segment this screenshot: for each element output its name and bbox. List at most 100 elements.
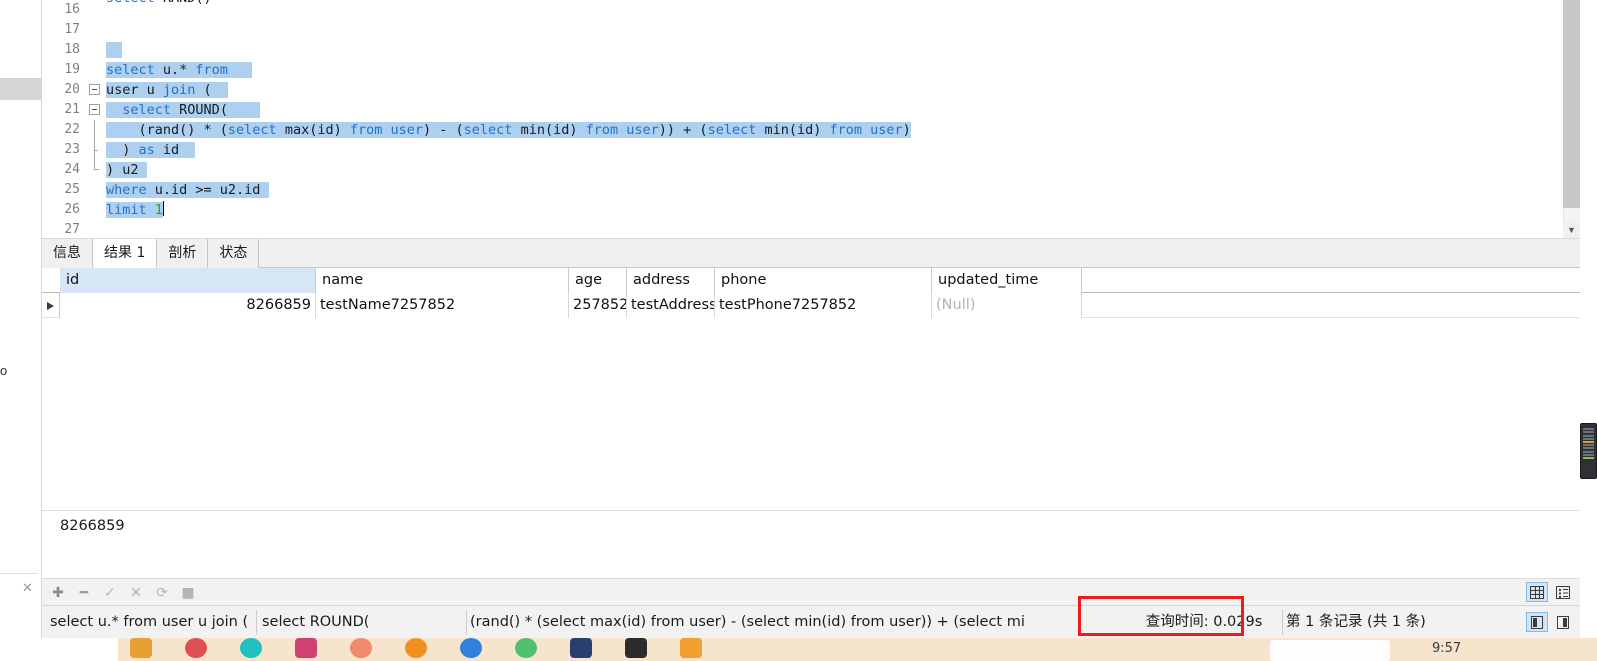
tab-profile[interactable]: 剖析 <box>157 239 209 268</box>
code-line: 22 (rand() * (select max(id) from user) … <box>42 120 1563 140</box>
chevron-down-icon[interactable]: ▼ <box>1563 221 1580 238</box>
taskbar-app-2[interactable] <box>185 638 207 658</box>
cell-age[interactable]: 257852 <box>569 293 627 318</box>
annotation-highlight-box <box>1078 596 1244 636</box>
cell-address[interactable]: testAddress <box>627 293 715 318</box>
left-panel-toggle-button[interactable] <box>1526 612 1548 632</box>
app-root: o ✕ 16 select RAND() 17 18 19 select u.*… <box>0 0 1597 661</box>
stop-icon[interactable]: ■ <box>180 585 196 601</box>
taskbar-window-preview[interactable] <box>1270 640 1390 661</box>
taskbar-start-area[interactable] <box>0 638 118 661</box>
taskbar-clock[interactable]: 9:57 <box>1432 641 1461 656</box>
code-text: limit 1 <box>106 201 164 218</box>
line-number: 19 <box>64 62 80 77</box>
column-header-updated-time[interactable]: updated_time <box>932 268 1082 293</box>
meter-bar <box>1583 437 1594 440</box>
result-grid-header: id name age address phone updated_time <box>42 268 1580 293</box>
taskbar-app-4[interactable] <box>295 638 317 658</box>
delete-record-icon[interactable]: ━ <box>76 585 92 601</box>
taskbar-app-11[interactable] <box>680 638 702 658</box>
sql-editor[interactable]: 16 select RAND() 17 18 19 select u.* fro… <box>42 0 1580 238</box>
cell-updated-time[interactable]: (Null) <box>932 293 1082 318</box>
add-record-icon[interactable]: ✚ <box>50 585 66 601</box>
row-indicator-icon <box>42 293 60 318</box>
fold-toggle-icon[interactable] <box>89 104 100 115</box>
taskbar-app-8[interactable] <box>515 638 537 658</box>
fold-toggle-icon[interactable] <box>89 84 100 95</box>
status-bar: select u.* from user u join ( select ROU… <box>42 605 1580 638</box>
code-text: user u join ( <box>106 82 228 98</box>
cancel-changes-icon[interactable]: ✕ <box>128 585 144 601</box>
taskbar-app-6[interactable] <box>405 638 427 658</box>
line-number: 27 <box>64 222 80 237</box>
line-number: 21 <box>64 102 80 117</box>
form-view-button[interactable] <box>1552 582 1574 602</box>
taskbar-app-7[interactable] <box>460 638 482 658</box>
refresh-icon[interactable]: ⟳ <box>154 585 170 601</box>
code-line: 17 <box>42 20 1563 40</box>
line-number: 23 <box>64 142 80 157</box>
column-header-age[interactable]: age <box>569 268 627 293</box>
code-line: 25 where u.id >= u2.id <box>42 180 1563 200</box>
table-row[interactable]: 8266859 testName7257852 257852 testAddre… <box>42 293 1580 318</box>
text-caret <box>162 201 164 216</box>
line-number: 20 <box>64 82 80 97</box>
selected-cell-value: 8266859 <box>60 518 125 534</box>
taskbar-app-1[interactable] <box>130 638 152 658</box>
code-line: 27 <box>42 220 1563 238</box>
status-divider <box>1282 610 1283 635</box>
column-header-address[interactable]: address <box>627 268 715 293</box>
grid-view-button[interactable] <box>1526 582 1548 602</box>
status-sql-segment-2: select ROUND( <box>262 614 370 630</box>
code-line: 18 <box>42 40 1563 60</box>
results-tabbar: 信息 结果 1 剖析 状态 <box>42 239 1580 268</box>
grid-toolbar: ✚ ━ ✓ ✕ ⟳ ■ <box>42 578 1580 605</box>
left-panel-toggle-icon <box>1531 615 1543 629</box>
taskbar-app-10[interactable] <box>625 638 647 658</box>
status-record-count: 第 1 条记录 (共 1 条) <box>1286 614 1426 630</box>
meter-bar-active <box>1583 440 1594 443</box>
taskbar-app-5[interactable] <box>350 638 372 658</box>
cell-id[interactable]: 8266859 <box>60 293 316 318</box>
background-window-stray-text: o <box>0 363 8 378</box>
sql-code-area[interactable]: 16 select RAND() 17 18 19 select u.* fro… <box>42 0 1563 238</box>
meter-bar <box>1583 450 1594 453</box>
meter-bar <box>1583 453 1594 456</box>
taskbar-app-9[interactable] <box>570 638 592 658</box>
column-header-phone[interactable]: phone <box>715 268 932 293</box>
code-text: ) as id <box>106 142 196 158</box>
code-text: where u.id >= u2.id <box>106 182 269 198</box>
cell-name[interactable]: testName7257852 <box>316 293 569 318</box>
code-line: 20 user u join ( <box>42 80 1563 100</box>
column-header-id[interactable]: id <box>60 268 316 293</box>
column-header-name[interactable]: name <box>316 268 569 293</box>
right-panel-toggle-button[interactable] <box>1552 612 1574 632</box>
code-text <box>106 40 123 60</box>
close-icon[interactable]: ✕ <box>22 580 33 596</box>
code-line: 26 limit 1 <box>42 200 1563 220</box>
fold-guide-end <box>94 160 99 170</box>
form-view-icon <box>1556 585 1570 599</box>
code-text: select ROUND( <box>106 100 261 120</box>
editor-scrollbar-thumb[interactable] <box>1563 0 1580 208</box>
line-number: 26 <box>64 202 80 217</box>
tab-result-1[interactable]: 结果 1 <box>93 239 158 268</box>
code-line: 19 select u.* from <box>42 60 1563 80</box>
view-mode-buttons <box>1526 582 1574 602</box>
taskbar-app-3[interactable] <box>240 638 262 658</box>
meter-bar <box>1583 428 1594 431</box>
code-line: 23 ) as id <box>42 140 1563 160</box>
result-grid[interactable]: id name age address phone updated_time 8… <box>42 268 1580 544</box>
cell-phone[interactable]: testPhone7257852 <box>715 293 932 318</box>
tab-info[interactable]: 信息 <box>42 239 93 268</box>
tab-status[interactable]: 状态 <box>208 239 260 268</box>
code-text: select RAND() <box>106 0 212 8</box>
taskbar: 9:57 <box>0 638 1597 661</box>
volume-meter-widget[interactable] <box>1580 423 1597 479</box>
status-sql-segment-3: (rand() * (select max(id) from user) - (… <box>470 614 1025 630</box>
line-number: 24 <box>64 162 80 177</box>
editor-vertical-scrollbar[interactable]: ▼ <box>1563 0 1580 238</box>
apply-changes-icon[interactable]: ✓ <box>102 585 118 601</box>
meter-bar-level <box>1583 456 1594 459</box>
status-divider <box>466 610 467 635</box>
